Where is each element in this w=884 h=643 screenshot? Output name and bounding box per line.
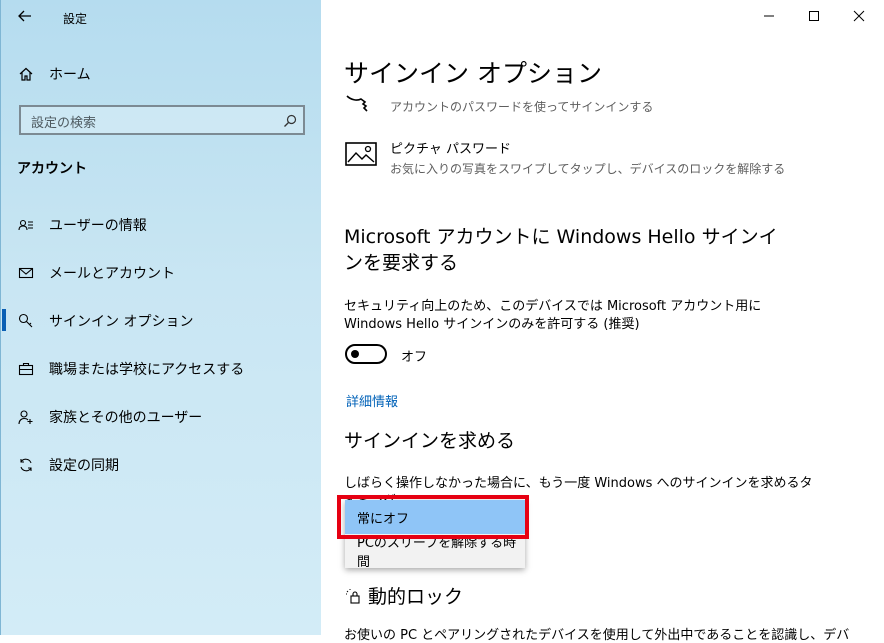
sidebar-item-label: 職場または学校にアクセスする [49,362,245,378]
sidebar-item-work-school[interactable]: 職場または学校にアクセスする [17,357,317,381]
password-subtitle: アカウントのパスワードを使ってサインインする [390,100,654,114]
sidebar-item-sync[interactable]: 設定の同期 [17,453,317,477]
titlebar: 設定 [1,0,322,34]
hello-heading: Microsoft アカウントに Windows Hello サインインを要求す… [344,226,778,274]
picture-password-subtitle: お気に入りの写真をスワイプしてタップし、デバイスのロックを解除する [390,162,786,176]
mail-icon [17,264,35,282]
require-signin-heading: サインインを求める [344,430,516,452]
key-icon [17,312,35,330]
search-icon [283,113,297,127]
user-info-icon [17,216,35,234]
sidebar-item-label: 設定の同期 [49,458,119,474]
picture-icon [344,138,380,177]
briefcase-icon [17,360,35,378]
close-button[interactable] [845,6,873,26]
sidebar: 設定 ホーム 設定の検索 アカウント ユーザーの情報 メールとアカウント サイン… [0,0,321,635]
sidebar-item-label: ユーザーの情報 [49,218,147,234]
person-add-icon [17,408,35,426]
dynamic-lock-section: 動的ロック [344,582,463,609]
picture-password-option[interactable]: ピクチャ パスワード お気に入りの写真をスワイプしてタップし、デバイスのロックを… [344,138,785,177]
home-icon [17,65,35,83]
highlight-box [337,495,529,539]
password-key-icon [344,92,380,116]
section-heading: アカウント [17,161,87,177]
hello-description: セキュリティ向上のため、このデバイスでは Microsoft アカウント用に W… [344,299,762,332]
toggle-label: オフ [401,350,428,365]
dynamic-lock-description: お使いの PC とペアリングされたデバイスを使用して外出中であることを認識し、デ… [344,628,850,643]
sidebar-item-mail[interactable]: メールとアカウント [17,261,317,285]
dynamic-lock-heading: 動的ロック [368,586,464,608]
picture-password-title: ピクチャ パスワード [390,142,512,157]
sidebar-item-label: メールとアカウント [49,266,175,282]
sidebar-item-family[interactable]: 家族とその他のユーザー [17,405,317,429]
selected-indicator [2,309,6,331]
toggle-knob [351,350,359,358]
sidebar-item-user-info[interactable]: ユーザーの情報 [17,213,317,237]
nav-home[interactable]: ホーム [17,64,91,84]
search-input[interactable]: 設定の検索 [19,105,305,135]
dynamic-lock-icon [344,587,362,605]
sync-icon [17,456,35,474]
app-title: 設定 [63,12,88,26]
sidebar-item-signin-options[interactable]: サインイン オプション [17,309,317,333]
page-title: サインイン オプション [344,59,602,88]
search-placeholder: 設定の検索 [31,116,97,131]
more-info-link[interactable]: 詳細情報 [346,391,398,410]
nav-home-label: ホーム [49,67,91,83]
hello-toggle[interactable] [345,344,387,364]
maximize-button[interactable] [800,6,828,26]
back-arrow-icon[interactable] [17,8,37,26]
main-content: サインイン オプション アカウントのパスワードを使ってサインインする ピクチャ … [321,0,884,643]
dropdown-option-wake[interactable]: PCのスリープを解除する時間 [345,534,525,570]
sidebar-item-label: 家族とその他のユーザー [49,410,203,426]
sidebar-item-label: サインイン オプション [49,314,194,330]
minimize-button[interactable] [755,6,783,26]
password-option[interactable]: アカウントのパスワードを使ってサインインする [344,92,653,116]
